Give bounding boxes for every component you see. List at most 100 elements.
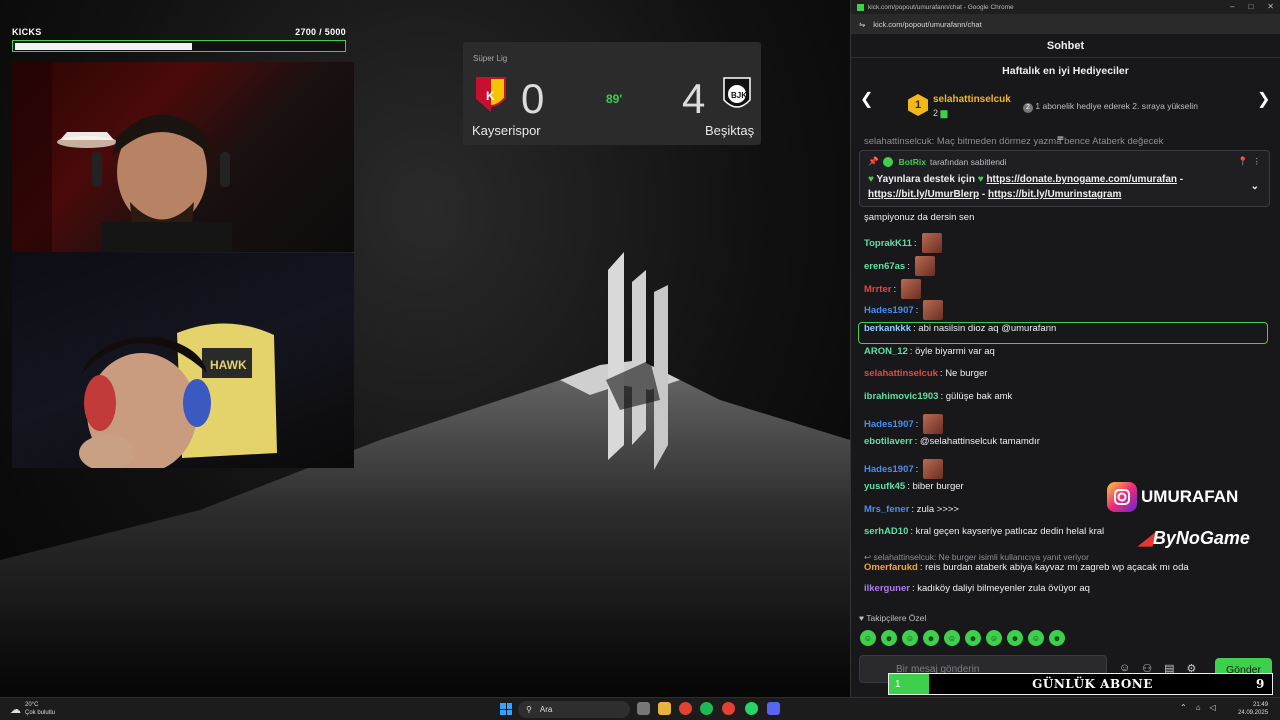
chevron-left-icon[interactable]: ❮ bbox=[860, 89, 873, 109]
emote-icon[interactable]: ☻ bbox=[923, 630, 939, 646]
emote-icon[interactable]: ☻ bbox=[1049, 630, 1065, 646]
blerp-link[interactable]: https://bit.ly/UmurBlerp bbox=[868, 189, 979, 200]
emote-icon[interactable]: ☻ bbox=[881, 630, 897, 646]
chrome-icon[interactable] bbox=[679, 702, 692, 715]
top-gifter-name[interactable]: selahattinselcuk bbox=[933, 94, 1011, 105]
chat-message: Omerfarukd: reis burdan ataberk abiya ka… bbox=[864, 562, 1189, 573]
pinned-intro: Yayınlara destek için bbox=[876, 174, 975, 185]
webcam-top bbox=[12, 62, 354, 252]
spotify-icon[interactable] bbox=[700, 702, 713, 715]
chat-username[interactable]: Hades1907 bbox=[864, 464, 914, 475]
task-view-icon[interactable] bbox=[637, 702, 650, 715]
kick-favicon-icon bbox=[857, 3, 864, 11]
system-clock[interactable]: 21:49 24.09.2025 bbox=[1238, 701, 1268, 717]
clock-time: 21:49 bbox=[1253, 702, 1269, 708]
top-gifter-count: 2 ▆ bbox=[933, 108, 948, 118]
emote-icon[interactable]: ☺ bbox=[902, 630, 918, 646]
gifters-title: Haftalık en iyi Hediyeciler bbox=[1002, 65, 1129, 77]
scroll-collapse-icon[interactable]: ≡ bbox=[1057, 136, 1064, 144]
chat-text: : zula >>>> bbox=[911, 504, 959, 515]
chat-message: serhAD10: kral geçen kayseriye patlıcaz … bbox=[864, 526, 1104, 537]
chat-emote-icon[interactable] bbox=[921, 233, 942, 253]
chat-username[interactable]: ilkerguner bbox=[864, 583, 910, 594]
chat-username[interactable]: ibrahimovic1903 bbox=[864, 391, 938, 402]
chat-username[interactable]: berkankkk bbox=[864, 323, 911, 334]
home-team-name: Kayserispor bbox=[472, 123, 541, 138]
chat-emote-icon[interactable] bbox=[923, 459, 944, 479]
chat-message: ibrahimovic1903: gülüşe bak amk bbox=[864, 391, 1012, 402]
weather-desc: Çok bulutlu bbox=[25, 710, 56, 716]
url-text[interactable]: kick.com/popout/umurafann/chat bbox=[873, 20, 981, 29]
window-title: kick.com/popout/umurafann/chat - Google … bbox=[868, 3, 1014, 11]
gift-icon: ▆ bbox=[940, 108, 948, 118]
instagram-link[interactable]: https://bit.ly/Umurinstagram bbox=[988, 189, 1121, 200]
chat-username[interactable]: selahattinselcuk bbox=[864, 368, 938, 379]
weather-widget[interactable]: ☁ 20°C Çok bulutlu bbox=[10, 701, 55, 717]
taskbar-search[interactable]: ⚲ Ara bbox=[518, 701, 630, 718]
chat-username[interactable]: serhAD10 bbox=[864, 526, 908, 537]
daily-sub-current: 1 bbox=[889, 674, 929, 694]
system-tray: ⌃ ⌂ ◁ bbox=[1180, 703, 1216, 712]
chat-text: : bbox=[907, 260, 910, 272]
tray-overflow-icon[interactable]: ⌃ bbox=[1180, 703, 1187, 712]
chat-username[interactable]: Mrrter bbox=[864, 284, 891, 295]
emote-icon[interactable]: ☻ bbox=[965, 630, 981, 646]
maximize-icon[interactable]: □ bbox=[1248, 2, 1253, 11]
away-score: 4 bbox=[682, 75, 706, 122]
chat-message: ToprakK11: bbox=[864, 233, 942, 253]
chat-username[interactable]: yusufk45 bbox=[864, 481, 905, 492]
chat-message: berkankkk: abi nasilsin dioz aq @umurafa… bbox=[864, 323, 1056, 334]
chevron-right-icon[interactable]: ❯ bbox=[1257, 89, 1270, 109]
pinned-separator: - bbox=[979, 189, 989, 200]
whatsapp-icon[interactable] bbox=[745, 702, 758, 715]
window-titlebar: kick.com/popout/umurafann/chat - Google … bbox=[851, 0, 1280, 14]
clock-date: 24.09.2025 bbox=[1238, 710, 1269, 716]
pinned-by-bot[interactable]: BotRix bbox=[899, 157, 926, 167]
emote-icon[interactable]: ☺ bbox=[1028, 630, 1044, 646]
chat-emote-icon[interactable] bbox=[923, 300, 944, 320]
instagram-handle: UMURAFAN bbox=[1141, 487, 1239, 506]
site-settings-icon[interactable]: ⇋ bbox=[859, 20, 865, 29]
more-options-icon[interactable]: ⋮ bbox=[1253, 156, 1262, 167]
followers-only-label: ♥ Takipçilere Özel bbox=[859, 613, 927, 623]
match-minute: 89' bbox=[606, 92, 623, 106]
emote-icon[interactable]: ☺ bbox=[986, 630, 1002, 646]
chat-emote-icon[interactable] bbox=[914, 256, 935, 276]
kicks-progress-bar bbox=[12, 40, 346, 52]
daily-sub-label: GÜNLÜK ABONE bbox=[1032, 677, 1153, 691]
emote-icon[interactable]: ☺ bbox=[860, 630, 876, 646]
donate-link[interactable]: https://donate.bynogame.com/umurafan bbox=[986, 174, 1177, 185]
chat-username[interactable]: ARON_12 bbox=[864, 346, 908, 357]
emote-icon[interactable]: ☺ bbox=[944, 630, 960, 646]
chat-emote-icon[interactable] bbox=[901, 279, 922, 299]
close-icon[interactable]: ✕ bbox=[1267, 2, 1274, 11]
emote-icon[interactable]: ☻ bbox=[1007, 630, 1023, 646]
chat-username[interactable]: Hades1907 bbox=[864, 305, 914, 316]
chat-message: Mrrter: bbox=[864, 279, 922, 299]
start-button-icon[interactable] bbox=[500, 703, 512, 715]
chat-username[interactable]: ToprakK11 bbox=[864, 238, 912, 249]
partial-message: selahattinselcuk: Maç bitmeden dörmez ya… bbox=[864, 136, 1164, 147]
chrome-window: kick.com/popout/umurafann/chat - Google … bbox=[850, 0, 1280, 697]
file-explorer-icon[interactable] bbox=[658, 702, 671, 715]
chevron-down-icon[interactable]: ⌄ bbox=[1251, 179, 1259, 194]
chat-message: selahattinselcuk: Ne burger bbox=[864, 368, 987, 379]
daily-sub-goal-count: 9 bbox=[1256, 677, 1265, 691]
chat-username[interactable]: eren67as bbox=[864, 261, 905, 272]
network-icon[interactable]: ⌂ bbox=[1196, 703, 1201, 712]
discord-icon[interactable] bbox=[767, 702, 780, 715]
minimize-icon[interactable]: – bbox=[1230, 2, 1234, 11]
volume-icon[interactable]: ◁ bbox=[1210, 703, 1216, 712]
chat-username[interactable]: ebotilaverr bbox=[864, 436, 913, 447]
webcam-bottom: HAWK bbox=[12, 253, 354, 468]
chat-message: şampiyonuz da dersin sen bbox=[864, 212, 974, 223]
chrome-active-icon[interactable] bbox=[722, 702, 735, 715]
chat-username[interactable]: Omerfarukd bbox=[864, 562, 918, 573]
chat-username[interactable]: Hades1907 bbox=[864, 419, 914, 430]
chat-username[interactable]: Mrs_fener bbox=[864, 504, 909, 515]
address-bar[interactable]: ⇋ kick.com/popout/umurafann/chat bbox=[851, 14, 1280, 34]
chat-message: ilkerguner: kadıköy daliyi bilmeyenler z… bbox=[864, 583, 1090, 594]
unpin-icon[interactable]: 📍 bbox=[1238, 156, 1249, 167]
chat-emote-icon[interactable] bbox=[923, 414, 944, 434]
screen: KICKS 2700 / 5000 HAWK Süper Lig K 0 89'… bbox=[0, 0, 1280, 720]
